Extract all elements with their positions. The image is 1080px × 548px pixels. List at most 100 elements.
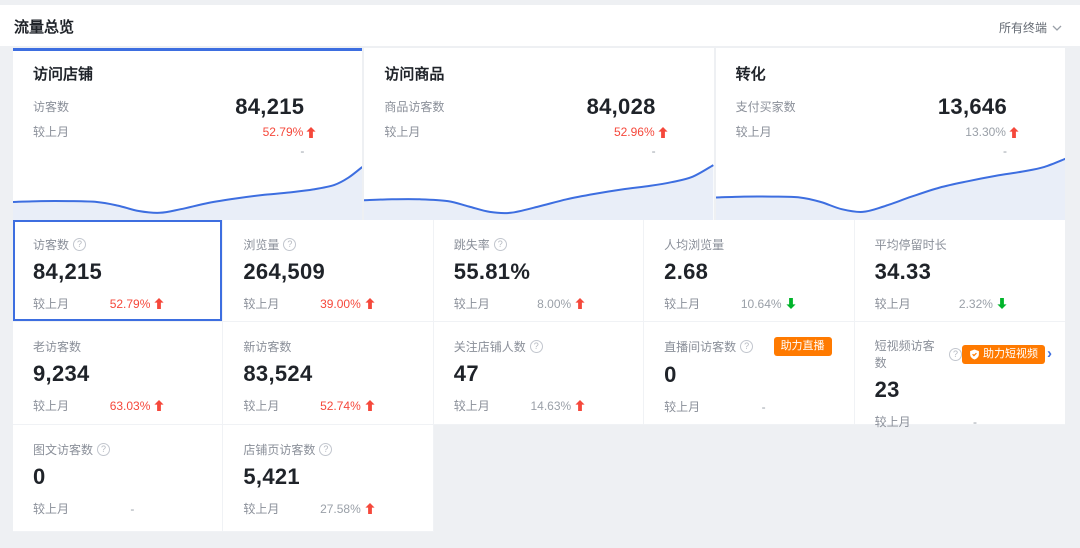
change-value: - (762, 400, 766, 414)
metric-grid-row-3: 图文访客数 ? 0 较上月 - 店铺页访客数 ? 5,421 较上月 27.58… (13, 425, 1065, 532)
metric-value: 84,215 (33, 259, 222, 285)
down-arrow-icon (997, 298, 1007, 309)
metric-cell-new-visitors[interactable]: 新访客数 83,524 较上月 52.74% (223, 322, 433, 425)
compare-label: 较上月 (33, 122, 69, 142)
metric-cell-image-text-visitors[interactable]: 图文访客数 ? 0 较上月 - (13, 425, 223, 532)
change-value: 52.74% (320, 399, 361, 413)
metric-cell-views-per-visitor[interactable]: 人均浏览量 2.68 较上月 10.64% (644, 220, 854, 322)
secondary-compare-value: - (364, 144, 655, 158)
help-icon[interactable]: ? (740, 340, 753, 353)
metric-label: 跳失率 (454, 236, 490, 253)
metric-label: 老访客数 (33, 338, 81, 355)
boost-livestream-badge[interactable]: 助力直播 (774, 337, 832, 356)
shield-icon (969, 349, 980, 360)
compare-label: 较上月 (243, 500, 279, 517)
help-icon[interactable]: ? (97, 443, 110, 456)
help-icon[interactable]: ? (530, 340, 543, 353)
down-arrow-icon (786, 298, 796, 309)
up-arrow-icon (365, 298, 375, 309)
metric-label: 访客数 (33, 236, 69, 253)
metric-value: 34.33 (875, 259, 1065, 285)
metric-label: 浏览量 (243, 236, 279, 253)
compare-label: 较上月 (454, 295, 490, 312)
traffic-overview-panel: 访问店铺 访客数 84,215 较上月 52.79% - 访问商品 商品访客数 … (13, 48, 1065, 532)
terminal-filter-dropdown[interactable]: 所有终端 (999, 19, 1062, 36)
tab-card-visit-product[interactable]: 访问商品 商品访客数 84,028 较上月 52.96% - (364, 48, 713, 220)
chevron-right-icon[interactable]: › (1047, 345, 1052, 363)
up-arrow-icon (154, 400, 164, 411)
up-arrow-icon (306, 127, 316, 138)
compare-label: 较上月 (875, 413, 911, 430)
tab-card-visit-shop[interactable]: 访问店铺 访客数 84,215 较上月 52.79% - (13, 48, 362, 220)
compare-label: 较上月 (875, 295, 911, 312)
help-icon[interactable]: ? (319, 443, 332, 456)
metric-value: 83,524 (243, 361, 432, 387)
metric-grid-row-2: 老访客数 9,234 较上月 63.03% 新访客数 83,524 较上月 52… (13, 322, 1065, 425)
card-title: 访问商品 (384, 63, 713, 84)
metric-value: 0 (664, 362, 853, 388)
metric-label: 店铺页访客数 (243, 441, 315, 458)
compare-label: 较上月 (384, 122, 420, 142)
change-value: 27.58% (320, 502, 361, 516)
up-arrow-icon (154, 298, 164, 309)
metric-cell-shop-followers[interactable]: 关注店铺人数 ? 47 较上月 14.63% (434, 322, 644, 425)
badge-label: 助力短视频 (983, 345, 1038, 364)
change-value: 52.79% (110, 297, 151, 311)
metric-value: 9,234 (33, 361, 222, 387)
metric-label: 支付买家数 (736, 97, 796, 117)
up-arrow-icon (365, 400, 375, 411)
card-title: 转化 (736, 63, 1065, 84)
secondary-compare-value: - (716, 144, 1007, 158)
metric-cell-returning-visitors[interactable]: 老访客数 9,234 较上月 63.03% (13, 322, 223, 425)
metric-label: 短视频访客数 (875, 337, 945, 371)
metric-cell-bounce-rate[interactable]: 跳失率 ? 55.81% 较上月 8.00% (434, 220, 644, 322)
metric-label: 直播间访客数 (664, 338, 736, 355)
metric-cell-avg-stay-duration[interactable]: 平均停留时长 34.33 较上月 2.32% (855, 220, 1065, 322)
change-value: - (973, 415, 977, 429)
up-arrow-icon (365, 503, 375, 514)
up-arrow-icon (575, 298, 585, 309)
metric-label: 关注店铺人数 (454, 338, 526, 355)
compare-label: 较上月 (33, 397, 69, 414)
metric-value: 264,509 (243, 259, 432, 285)
metric-value: 0 (33, 464, 222, 490)
metric-cell-pageviews[interactable]: 浏览量 ? 264,509 较上月 39.00% (223, 220, 433, 322)
help-icon[interactable]: ? (949, 348, 962, 361)
change-value: 52.96% (614, 125, 655, 139)
metric-value: 84,215 (235, 94, 316, 120)
metric-grid-row-1: 访客数 ? 84,215 较上月 52.79% 浏览量 ? 264,509 较上… (13, 220, 1065, 322)
secondary-compare-value: - (13, 144, 304, 158)
card-title: 访问店铺 (33, 63, 362, 84)
metric-value: 2.68 (664, 259, 853, 285)
metric-value: 13,646 (938, 94, 1019, 120)
change-value: 63.03% (110, 399, 151, 413)
metric-label: 图文访客数 (33, 441, 93, 458)
metric-value: 84,028 (587, 94, 668, 120)
up-arrow-icon (1009, 127, 1019, 138)
page-title: 流量总览 (14, 16, 74, 37)
metric-value: 55.81% (454, 259, 643, 285)
metric-cell-shop-page-visitors[interactable]: 店铺页访客数 ? 5,421 较上月 27.58% (223, 425, 433, 532)
change-value: 52.79% (263, 125, 304, 139)
metric-label: 商品访客数 (384, 97, 444, 117)
change-value: 13.30% (965, 125, 1006, 139)
compare-label: 较上月 (243, 397, 279, 414)
funnel-tabs: 访问店铺 访客数 84,215 较上月 52.79% - 访问商品 商品访客数 … (13, 48, 1065, 220)
change-value: 2.32% (959, 297, 993, 311)
help-icon[interactable]: ? (494, 238, 507, 251)
grid-empty-area (434, 425, 1065, 532)
chevron-down-icon (1052, 25, 1062, 31)
metric-label: 新访客数 (243, 338, 291, 355)
help-icon[interactable]: ? (73, 238, 86, 251)
compare-label: 较上月 (454, 397, 490, 414)
tab-card-conversion[interactable]: 转化 支付买家数 13,646 较上月 13.30% - (716, 48, 1065, 220)
metric-cell-short-video-visitors[interactable]: 短视频访客数 ? 助力短视频 › 23 较上月 - (855, 322, 1065, 425)
metric-cell-livestream-visitors[interactable]: 直播间访客数 ? 助力直播 0 较上月 - (644, 322, 854, 425)
metric-cell-visitors[interactable]: 访客数 ? 84,215 较上月 52.79% (13, 220, 223, 322)
boost-short-video-badge[interactable]: 助力短视频 (962, 345, 1045, 364)
metric-value: 23 (875, 377, 1065, 403)
metric-label: 平均停留时长 (875, 236, 947, 253)
page-header: 流量总览 所有终端 (0, 5, 1080, 46)
help-icon[interactable]: ? (283, 238, 296, 251)
change-value: 10.64% (741, 297, 782, 311)
